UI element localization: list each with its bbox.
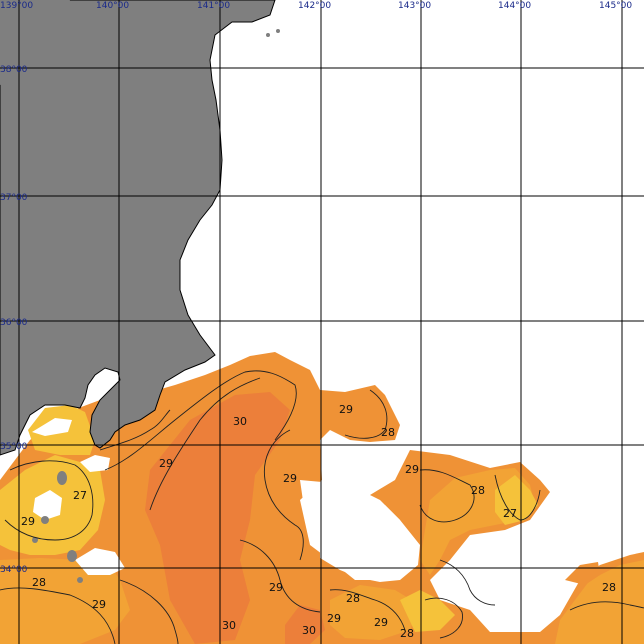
lat-label: 35°00	[0, 442, 28, 452]
isotherm-label: 28	[400, 627, 414, 640]
isotherm-label: 29	[92, 598, 106, 611]
isotherm-label: 30	[233, 415, 247, 428]
island-1	[57, 471, 67, 485]
isotherm-label: 28	[471, 484, 485, 497]
lat-label: 36°00	[0, 318, 28, 328]
island-2	[67, 550, 77, 562]
isotherm-label: 29	[269, 581, 283, 594]
lon-label: 144°00	[498, 1, 531, 11]
isotherm-label: 28	[346, 592, 360, 605]
isotherm-label: 29	[405, 463, 419, 476]
lon-label: 139°00	[0, 1, 33, 11]
island-3	[41, 516, 49, 524]
sst-map: 139°00 140°00 141°00 142°00 143°00 144°0…	[0, 0, 644, 644]
isotherm-label: 30	[222, 619, 236, 632]
isotherm-label: 27	[503, 507, 517, 520]
isotherm-label: 28	[602, 581, 616, 594]
island-5	[77, 577, 83, 583]
island-6	[266, 33, 270, 37]
lon-label: 140°00	[96, 1, 129, 11]
isotherm-label: 29	[159, 457, 173, 470]
lon-label: 142°00	[298, 1, 331, 11]
no-data-hole-6	[300, 480, 322, 520]
isotherm-label: 30	[302, 624, 316, 637]
island-7	[276, 29, 280, 33]
isotherm-label: 29	[374, 616, 388, 629]
isotherm-label: 29	[327, 612, 341, 625]
lat-label: 34°00	[0, 565, 28, 575]
isotherm-label: 28	[381, 426, 395, 439]
lon-label: 145°00	[599, 1, 632, 11]
lat-label: 37°00	[0, 193, 28, 203]
map-canvas: 139°00 140°00 141°00 142°00 143°00 144°0…	[0, 0, 644, 644]
lon-label: 141°00	[197, 1, 230, 11]
isotherm-label: 28	[32, 576, 46, 589]
lat-label: 38°00	[0, 65, 28, 75]
isotherm-label: 29	[283, 472, 297, 485]
isotherm-label: 29	[21, 515, 35, 528]
lon-label: 143°00	[398, 1, 431, 11]
isotherm-label: 29	[339, 403, 353, 416]
isotherm-label: 27	[73, 489, 87, 502]
